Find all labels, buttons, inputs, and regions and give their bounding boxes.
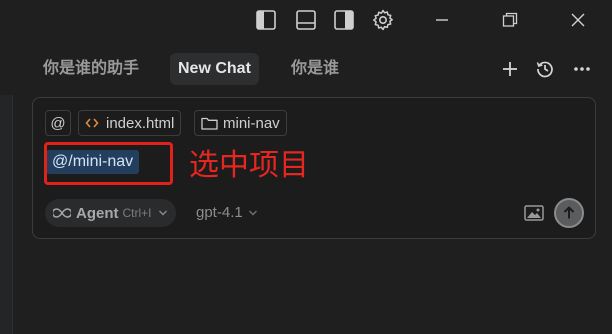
- toggle-panel-icon[interactable]: [294, 8, 318, 32]
- mode-selector[interactable]: Agent Ctrl+I: [45, 199, 176, 227]
- context-chip-folder-label: mini-nav: [223, 114, 280, 132]
- annotation-label: 选中项目: [189, 149, 309, 182]
- restore-window-icon[interactable]: [498, 8, 522, 32]
- toggle-primary-sidebar-icon[interactable]: [254, 8, 278, 32]
- mode-shortcut: Ctrl+I: [122, 206, 152, 220]
- mode-label: Agent: [76, 204, 119, 222]
- infinity-icon: [53, 208, 71, 218]
- chat-tabs-row: 你是谁的助手 New Chat 你是谁: [0, 50, 612, 88]
- context-chip-file[interactable]: index.html: [78, 110, 182, 136]
- at-sign-icon: @: [50, 114, 66, 132]
- minimize-window-icon[interactable]: [430, 8, 454, 32]
- model-label: gpt-4.1: [196, 204, 243, 221]
- add-context-button[interactable]: @: [45, 110, 71, 136]
- tab-chat-history-1[interactable]: 你是谁的助手: [35, 53, 147, 85]
- settings-gear-icon[interactable]: [371, 8, 395, 32]
- tab-new-chat[interactable]: New Chat: [170, 53, 259, 85]
- folder-icon: [201, 117, 218, 130]
- toggle-secondary-sidebar-icon[interactable]: [332, 8, 356, 32]
- close-window-icon[interactable]: [566, 8, 590, 32]
- code-icon: [85, 118, 99, 128]
- model-selector[interactable]: gpt-4.1: [196, 199, 258, 227]
- arrow-up-icon: [563, 206, 575, 219]
- context-chip-file-label: index.html: [106, 114, 175, 132]
- attach-image-icon[interactable]: [523, 203, 545, 223]
- new-chat-plus-icon[interactable]: [498, 57, 522, 81]
- tab-chat-history-2[interactable]: 你是谁: [283, 53, 347, 85]
- left-panel-edge: [0, 95, 13, 334]
- chevron-down-icon: [158, 210, 167, 216]
- context-chip-folder[interactable]: mini-nav: [194, 110, 287, 136]
- title-bar: [0, 0, 612, 40]
- history-icon[interactable]: [533, 57, 557, 81]
- more-options-icon[interactable]: [570, 57, 594, 81]
- annotation-highlight-box: [44, 142, 173, 185]
- chevron-down-icon: [248, 210, 257, 216]
- send-button[interactable]: [554, 198, 584, 228]
